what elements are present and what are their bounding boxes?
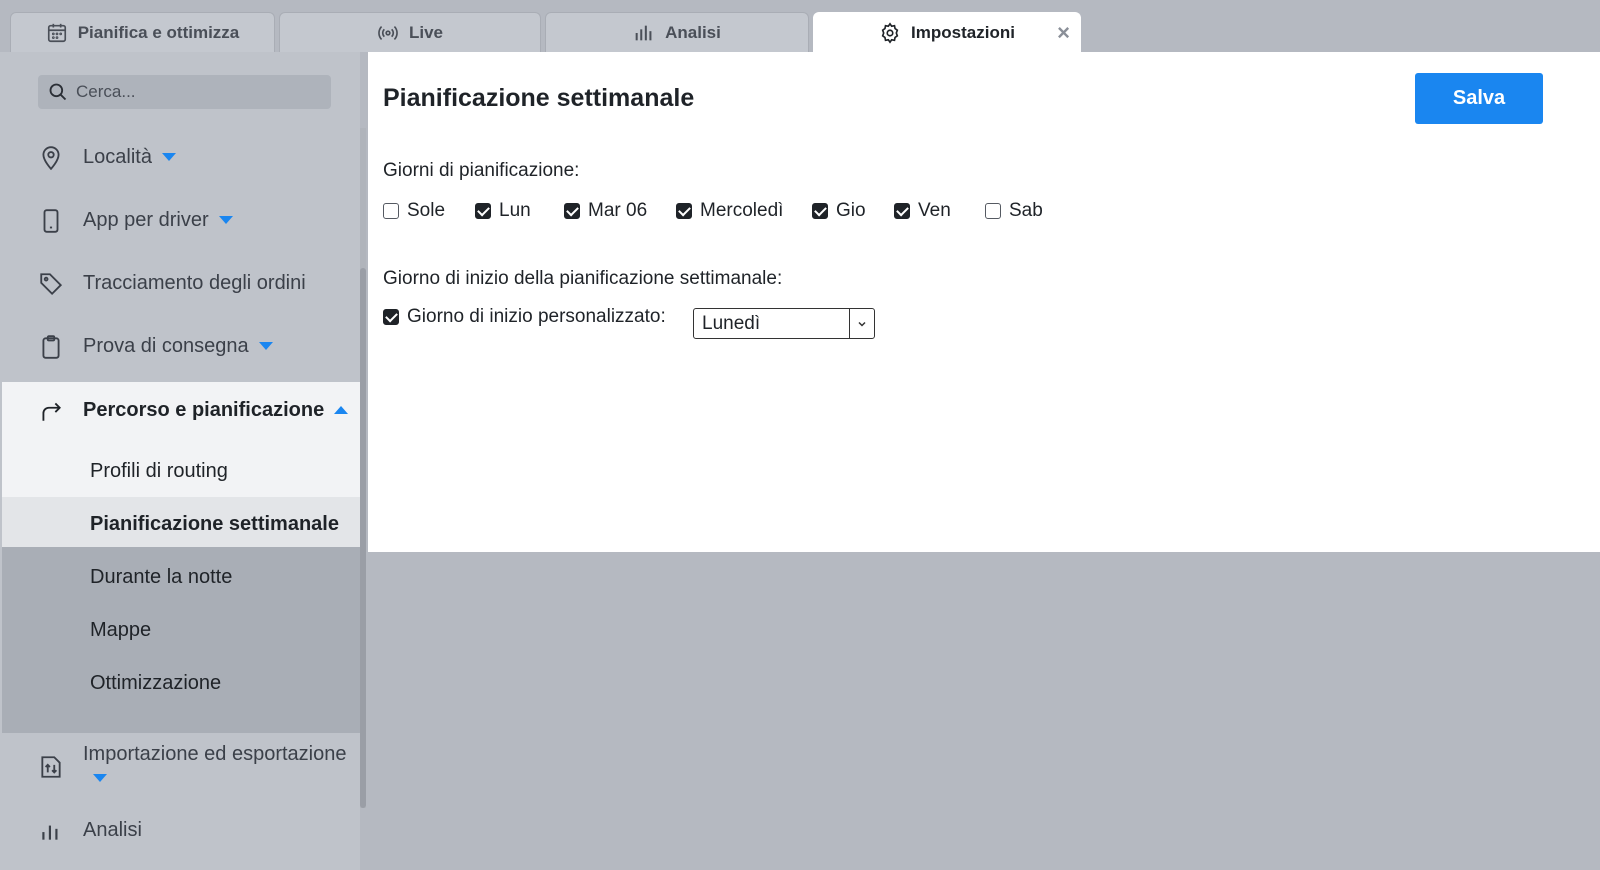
day-checkbox-lun[interactable]: Lun xyxy=(475,200,531,222)
tab-analisi[interactable]: Analisi xyxy=(545,12,809,52)
day-label: Gio xyxy=(836,200,866,221)
route-arrow-icon xyxy=(42,402,61,421)
chevron-down-icon xyxy=(258,342,273,351)
sidebar-item-prova-consegna[interactable]: Prova di consegna xyxy=(0,326,360,366)
tag-icon xyxy=(40,273,63,296)
save-button[interactable]: Salva xyxy=(1415,73,1543,124)
subitem-ottimizzazione[interactable]: Ottimizzazione xyxy=(90,672,221,695)
sidebar-item-label: Importazione ed esportazione xyxy=(83,743,347,765)
sidebar-item-analisi[interactable]: Analisi xyxy=(0,810,360,850)
sidebar-item-label: Tracciamento degli ordini xyxy=(83,271,306,294)
day-label: Ven xyxy=(918,200,951,221)
sidebar-item-import-export[interactable]: Importazione ed esportazione xyxy=(0,743,360,786)
chevron-down-icon xyxy=(93,773,107,782)
sidebar-item-label: Analisi xyxy=(83,818,142,841)
sidebar-item-label: Prova di consegna xyxy=(83,334,249,357)
sidebar-item-label: Percorso e pianificazione xyxy=(83,398,325,421)
custom-start-checkbox[interactable]: Giorno di inizio personalizzato: xyxy=(383,306,666,328)
checkbox-checked[interactable] xyxy=(676,203,692,219)
day-checkbox-mer[interactable]: Mercoledì xyxy=(676,200,783,222)
subitem-pianificazione-settimanale[interactable]: Pianificazione settimanale xyxy=(90,513,339,536)
day-checkbox-mar[interactable]: Mar 06 xyxy=(564,200,647,222)
search-input[interactable] xyxy=(74,81,318,103)
sidebar-item-localita[interactable]: Località xyxy=(0,137,360,177)
broadcast-icon xyxy=(378,25,398,40)
sidebar-item-percorso[interactable]: Percorso e pianificazione xyxy=(0,390,360,430)
day-label: Sab xyxy=(1009,200,1043,221)
sidebar-item-tracciamento[interactable]: Tracciamento degli ordini xyxy=(0,263,360,303)
tab-bar: Pianifica e ottimizza Live Analisi Impos… xyxy=(0,0,1600,52)
day-label: Lun xyxy=(499,200,531,221)
sidebar-item-app-driver[interactable]: App per driver xyxy=(0,200,360,240)
tab-pianifica[interactable]: Pianifica e ottimizza xyxy=(10,12,275,52)
sidebar-scrollbar-thumb[interactable] xyxy=(360,268,366,808)
day-checkbox-gio[interactable]: Gio xyxy=(812,200,866,222)
day-checkbox-sole[interactable]: Sole xyxy=(383,200,445,222)
subitem-durante-notte[interactable]: Durante la notte xyxy=(90,566,232,589)
page-title: Pianificazione settimanale xyxy=(383,84,695,112)
clipboard-icon xyxy=(42,335,60,359)
calendar-icon xyxy=(47,23,66,42)
sidebar-item-label: Località xyxy=(83,145,152,168)
checkbox-checked[interactable] xyxy=(475,203,491,219)
tab-label: Pianifica e ottimizza xyxy=(77,22,240,42)
checkbox-checked[interactable] xyxy=(812,203,828,219)
checkbox-checked[interactable] xyxy=(564,203,580,219)
subitem-profili-routing[interactable]: Profili di routing xyxy=(90,460,228,483)
custom-start-label: Giorno di inizio personalizzato: xyxy=(407,306,666,327)
day-label: Mercoledì xyxy=(700,200,784,221)
tab-impostazioni[interactable]: Impostazioni × xyxy=(813,12,1081,52)
chevron-down-icon xyxy=(218,216,233,225)
days-label: Giorni di pianificazione: xyxy=(383,160,580,181)
chevron-down-icon[interactable] xyxy=(849,309,874,338)
import-export-icon xyxy=(41,756,61,778)
bar-chart-icon xyxy=(635,25,652,40)
close-icon[interactable]: × xyxy=(1057,22,1070,44)
gear-icon xyxy=(881,21,899,44)
location-pin-icon xyxy=(42,146,60,171)
search-icon xyxy=(49,83,67,101)
tab-label: Analisi xyxy=(665,22,721,42)
tab-label: Live xyxy=(408,22,444,42)
checkbox-unchecked[interactable] xyxy=(383,203,399,219)
checkbox-checked[interactable] xyxy=(383,309,399,325)
start-day-label: Giorno di inizio della pianificazione se… xyxy=(383,268,783,289)
checkbox-checked[interactable] xyxy=(894,203,910,219)
day-label: Mar 06 xyxy=(588,200,648,221)
start-day-select[interactable]: Lunedì xyxy=(693,308,875,339)
tab-label: Impostazioni xyxy=(911,22,1015,42)
tab-live[interactable]: Live xyxy=(279,12,541,52)
phone-icon xyxy=(43,209,59,233)
start-day-value: Lunedì xyxy=(702,312,761,334)
subitem-mappe[interactable]: Mappe xyxy=(90,619,151,642)
sidebar-item-label: App per driver xyxy=(83,208,209,231)
search-box xyxy=(38,75,331,109)
bar-chart-icon xyxy=(42,825,58,840)
day-label: Sole xyxy=(407,200,446,221)
day-checkbox-sab[interactable]: Sab xyxy=(985,200,1043,222)
chevron-down-icon xyxy=(161,153,176,162)
day-checkbox-ven[interactable]: Ven xyxy=(894,200,951,222)
checkbox-unchecked[interactable] xyxy=(985,203,1001,219)
chevron-up-icon xyxy=(334,406,349,415)
settings-panel: Pianificazione settimanale Salva Giorni … xyxy=(368,52,1600,552)
